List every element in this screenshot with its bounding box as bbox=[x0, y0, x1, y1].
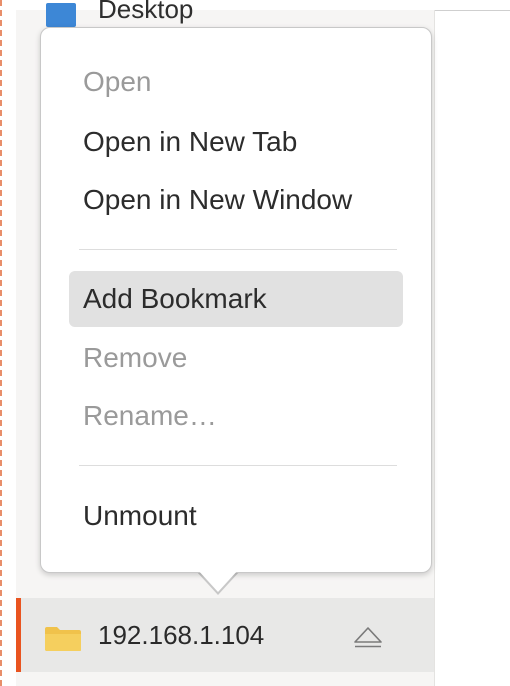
sidebar-item-desktop[interactable]: Desktop bbox=[46, 0, 193, 30]
menu-item-open-new-window[interactable]: Open in New Window bbox=[69, 172, 403, 228]
menu-pointer-fill bbox=[197, 569, 239, 592]
crop-edge bbox=[0, 0, 2, 686]
sidebar-item-label: 192.168.1.104 bbox=[98, 620, 265, 650]
header-divider bbox=[434, 10, 510, 11]
menu-item-open-new-tab[interactable]: Open in New Tab bbox=[69, 114, 403, 170]
desktop-folder-icon bbox=[46, 3, 76, 27]
menu-item-add-bookmark[interactable]: Add Bookmark bbox=[69, 271, 403, 327]
menu-separator bbox=[79, 465, 397, 466]
eject-icon bbox=[354, 627, 382, 648]
folder-icon bbox=[45, 627, 81, 651]
context-menu: Open Open in New Tab Open in New Window … bbox=[40, 27, 432, 573]
unmount-button[interactable] bbox=[348, 620, 388, 654]
file-manager-window: Desktop 192.168.1.104 Open Open in New T… bbox=[0, 0, 510, 686]
menu-separator bbox=[79, 249, 397, 250]
menu-item-remove[interactable]: Remove bbox=[69, 330, 403, 386]
sidebar-item-network-share[interactable]: 192.168.1.104 bbox=[16, 598, 434, 672]
active-indicator bbox=[16, 598, 21, 672]
menu-item-unmount[interactable]: Unmount bbox=[69, 488, 403, 544]
sidebar-item-label: Desktop bbox=[98, 0, 194, 24]
menu-item-rename[interactable]: Rename… bbox=[69, 388, 403, 444]
menu-item-open[interactable]: Open bbox=[69, 54, 403, 110]
